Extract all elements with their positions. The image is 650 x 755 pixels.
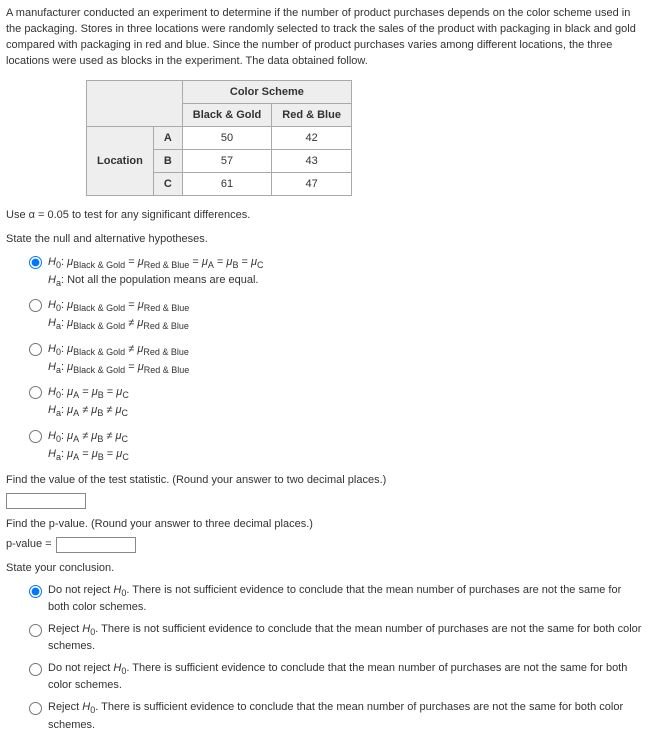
- hyp1-ha: Ha: Not all the population means are equ…: [48, 273, 264, 290]
- pvalue-prompt: Find the p-value. (Round your answer to …: [6, 517, 644, 533]
- cell-c2: 47: [272, 172, 352, 195]
- col-header-1: Black & Gold: [182, 103, 271, 126]
- alpha-line: Use α = 0.05 to test for any significant…: [6, 208, 644, 224]
- hypothesis-options: H0: μBlack & Gold = μRed & Blue = μA = μ…: [6, 254, 644, 465]
- hyp-radio-5[interactable]: [29, 430, 42, 443]
- conc-radio-4[interactable]: [29, 702, 42, 715]
- hyp2-ha: Ha: μBlack & Gold ≠ μRed & Blue: [48, 316, 189, 333]
- conc1-text: Do not reject H0. There is not sufficien…: [48, 584, 621, 613]
- hyp5-h0: H0: μA ≠ μB ≠ μC: [48, 429, 129, 446]
- pvalue-label: p-value =: [6, 537, 52, 553]
- cell-a2: 42: [272, 126, 352, 149]
- cell-b1: 57: [182, 149, 271, 172]
- intro-text: A manufacturer conducted an experiment t…: [6, 6, 644, 70]
- loc-b: B: [153, 149, 182, 172]
- hypothesis-prompt: State the null and alternative hypothese…: [6, 232, 644, 248]
- hyp4-h0: H0: μA = μB = μC: [48, 385, 129, 402]
- pvalue-input[interactable]: [56, 537, 136, 553]
- hyp-radio-4[interactable]: [29, 386, 42, 399]
- hyp2-h0: H0: μBlack & Gold = μRed & Blue: [48, 298, 189, 315]
- test-stat-prompt: Find the value of the test statistic. (R…: [6, 473, 644, 489]
- hyp1-h0: H0: μBlack & Gold = μRed & Blue = μA = μ…: [48, 255, 264, 272]
- loc-a: A: [153, 126, 182, 149]
- cell-c1: 61: [182, 172, 271, 195]
- hyp-radio-1[interactable]: [29, 256, 42, 269]
- hyp3-ha: Ha: μBlack & Gold = μRed & Blue: [48, 360, 189, 377]
- conc4-text: Reject H0. There is sufficient evidence …: [48, 701, 623, 730]
- conc2-text: Reject H0. There is not sufficient evide…: [48, 623, 641, 652]
- test-stat-input[interactable]: [6, 493, 86, 509]
- hyp-radio-2[interactable]: [29, 299, 42, 312]
- row-header: Location: [87, 126, 154, 195]
- hyp4-ha: Ha: μA ≠ μB ≠ μC: [48, 403, 129, 420]
- hyp3-h0: H0: μBlack & Gold ≠ μRed & Blue: [48, 342, 189, 359]
- data-table: Color Scheme Black & Gold Red & Blue Loc…: [86, 80, 352, 196]
- conc-radio-3[interactable]: [29, 663, 42, 676]
- conc3-text: Do not reject H0. There is sufficient ev…: [48, 662, 627, 691]
- table-superheader: Color Scheme: [182, 80, 351, 103]
- conclusion-options: Do not reject H0. There is not sufficien…: [6, 583, 644, 734]
- cell-b2: 43: [272, 149, 352, 172]
- hyp-radio-3[interactable]: [29, 343, 42, 356]
- conc-radio-2[interactable]: [29, 624, 42, 637]
- hyp5-ha: Ha: μA = μB = μC: [48, 447, 129, 464]
- conc-radio-1[interactable]: [29, 585, 42, 598]
- cell-a1: 50: [182, 126, 271, 149]
- conclusion-prompt: State your conclusion.: [6, 561, 644, 577]
- loc-c: C: [153, 172, 182, 195]
- col-header-2: Red & Blue: [272, 103, 352, 126]
